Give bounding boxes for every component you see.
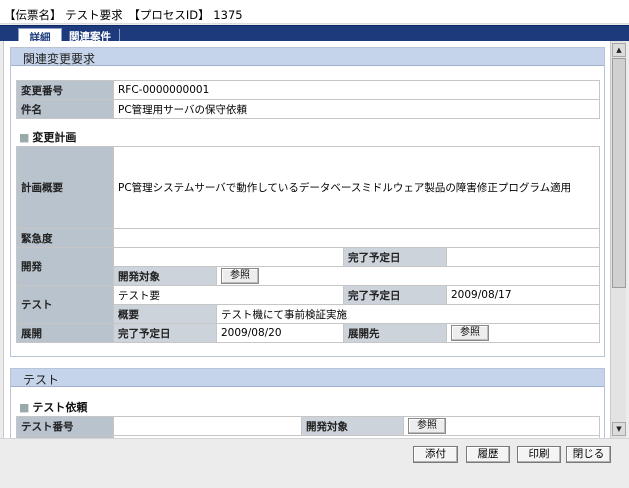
dev-target-label: 開発対象 [113, 266, 217, 286]
test-request-title: ■ テスト依頼 [19, 401, 88, 414]
deploy-label: 展開 [16, 323, 114, 343]
test-required-value: テスト要 [113, 285, 344, 305]
test-request-table: テスト番号 開発対象 参照 [16, 416, 600, 438]
dev-due-label: 完了予定日 [343, 247, 447, 267]
test-due-value: 2009/08/17 [445, 285, 601, 305]
overview-label: 計画概要 [16, 146, 114, 229]
deploy-due-label: 完了予定日 [113, 323, 217, 343]
deploy-due-value: 2009/08/20 [216, 323, 344, 343]
scroll-down-icon[interactable]: ▼ [612, 422, 626, 436]
table-row: 計画概要 PC管理システムサーバで動作しているデータベースミドルウェア製品の障害… [16, 146, 601, 229]
attach-button[interactable]: 添付 [413, 446, 458, 463]
window-title: 【伝票名】 テスト要求 【プロセスID】 1375 [0, 0, 629, 24]
close-button[interactable]: 閉じる [566, 446, 611, 463]
tab-related-cases[interactable]: 関連案件 [64, 28, 120, 43]
vertical-scrollbar[interactable]: ▲ ▼ [610, 41, 626, 438]
test-dev-target-cell: 参照 [403, 416, 600, 436]
scroll-up-icon[interactable]: ▲ [612, 43, 626, 57]
table-row: 変更番号 RFC-0000000001 [16, 80, 600, 100]
tab-strip: 詳細 関連案件 [0, 25, 629, 44]
test-summary-value: テスト機にて事前検証実施 [215, 304, 601, 324]
deploy-target-cell: 参照 [445, 323, 601, 343]
table-row: 緊急度 [16, 228, 601, 248]
history-button[interactable]: 履歴 [466, 446, 510, 463]
bullet-icon: ■ [19, 401, 30, 414]
dev-due-value [445, 247, 601, 267]
scroll-content: 関連変更要求 変更番号 RFC-0000000001 件名 PC管理用サーバの保… [3, 41, 610, 438]
overview-value: PC管理システムサーバで動作しているデータベースミドルウェア製品の障害修正プログ… [112, 146, 601, 229]
dev-target-ref-button[interactable]: 参照 [221, 268, 259, 284]
related-change-header: 関連変更要求 [11, 48, 604, 66]
test-due-label: 完了予定日 [343, 285, 447, 305]
test-header: テスト [11, 369, 604, 387]
table-row: 展開 完了予定日 2009/08/20 展開先 参照 [16, 323, 601, 343]
test-number-value [113, 416, 302, 436]
deploy-target-ref-button[interactable]: 参照 [451, 325, 489, 341]
change-plan-table: 計画概要 PC管理システムサーバで動作しているデータベースミドルウェア製品の障害… [16, 146, 601, 343]
print-button[interactable]: 印刷 [517, 446, 561, 463]
subject-label: 件名 [16, 99, 114, 119]
table-row: 開発 完了予定日 [16, 247, 601, 286]
header-text: 【伝票名】 テスト要求 【プロセスID】 1375 [4, 8, 243, 22]
dev-blank [113, 247, 344, 267]
deploy-target-label: 展開先 [343, 323, 447, 343]
tab-details[interactable]: 詳細 [18, 28, 62, 44]
change-number-label: 変更番号 [16, 80, 114, 100]
related-change-table: 変更番号 RFC-0000000001 件名 PC管理用サーバの保守依頼 [16, 80, 600, 119]
bullet-icon: ■ [19, 131, 30, 144]
related-change-panel: 関連変更要求 変更番号 RFC-0000000001 件名 PC管理用サーバの保… [10, 47, 605, 357]
test-number-label: テスト番号 [16, 416, 114, 436]
table-row: 件名 PC管理用サーバの保守依頼 [16, 99, 600, 119]
dev-label: 開発 [16, 247, 114, 286]
change-plan-title: ■ 変更計画 [19, 131, 77, 144]
dev-target-cell: 参照 [215, 266, 601, 286]
scroll-thumb[interactable] [612, 58, 626, 288]
subject-value: PC管理用サーバの保守依頼 [113, 99, 600, 119]
change-number-value: RFC-0000000001 [113, 80, 600, 100]
test-label: テスト [16, 285, 114, 324]
urgency-label: 緊急度 [16, 228, 114, 248]
test-summary-label: 概要 [113, 304, 217, 324]
footer-toolbar: 添付 履歴 印刷 閉じる [0, 438, 629, 488]
test-dev-target-ref-button[interactable]: 参照 [408, 418, 446, 434]
test-dev-target-label: 開発対象 [301, 416, 404, 436]
test-panel: テスト ■ テスト依頼 テスト番号 開発対象 参照 [10, 368, 605, 438]
table-row: テスト テスト要 完了予定日 2009/08/17 [16, 285, 601, 324]
urgency-value [112, 228, 601, 248]
table-row: テスト番号 開発対象 参照 [16, 416, 600, 436]
